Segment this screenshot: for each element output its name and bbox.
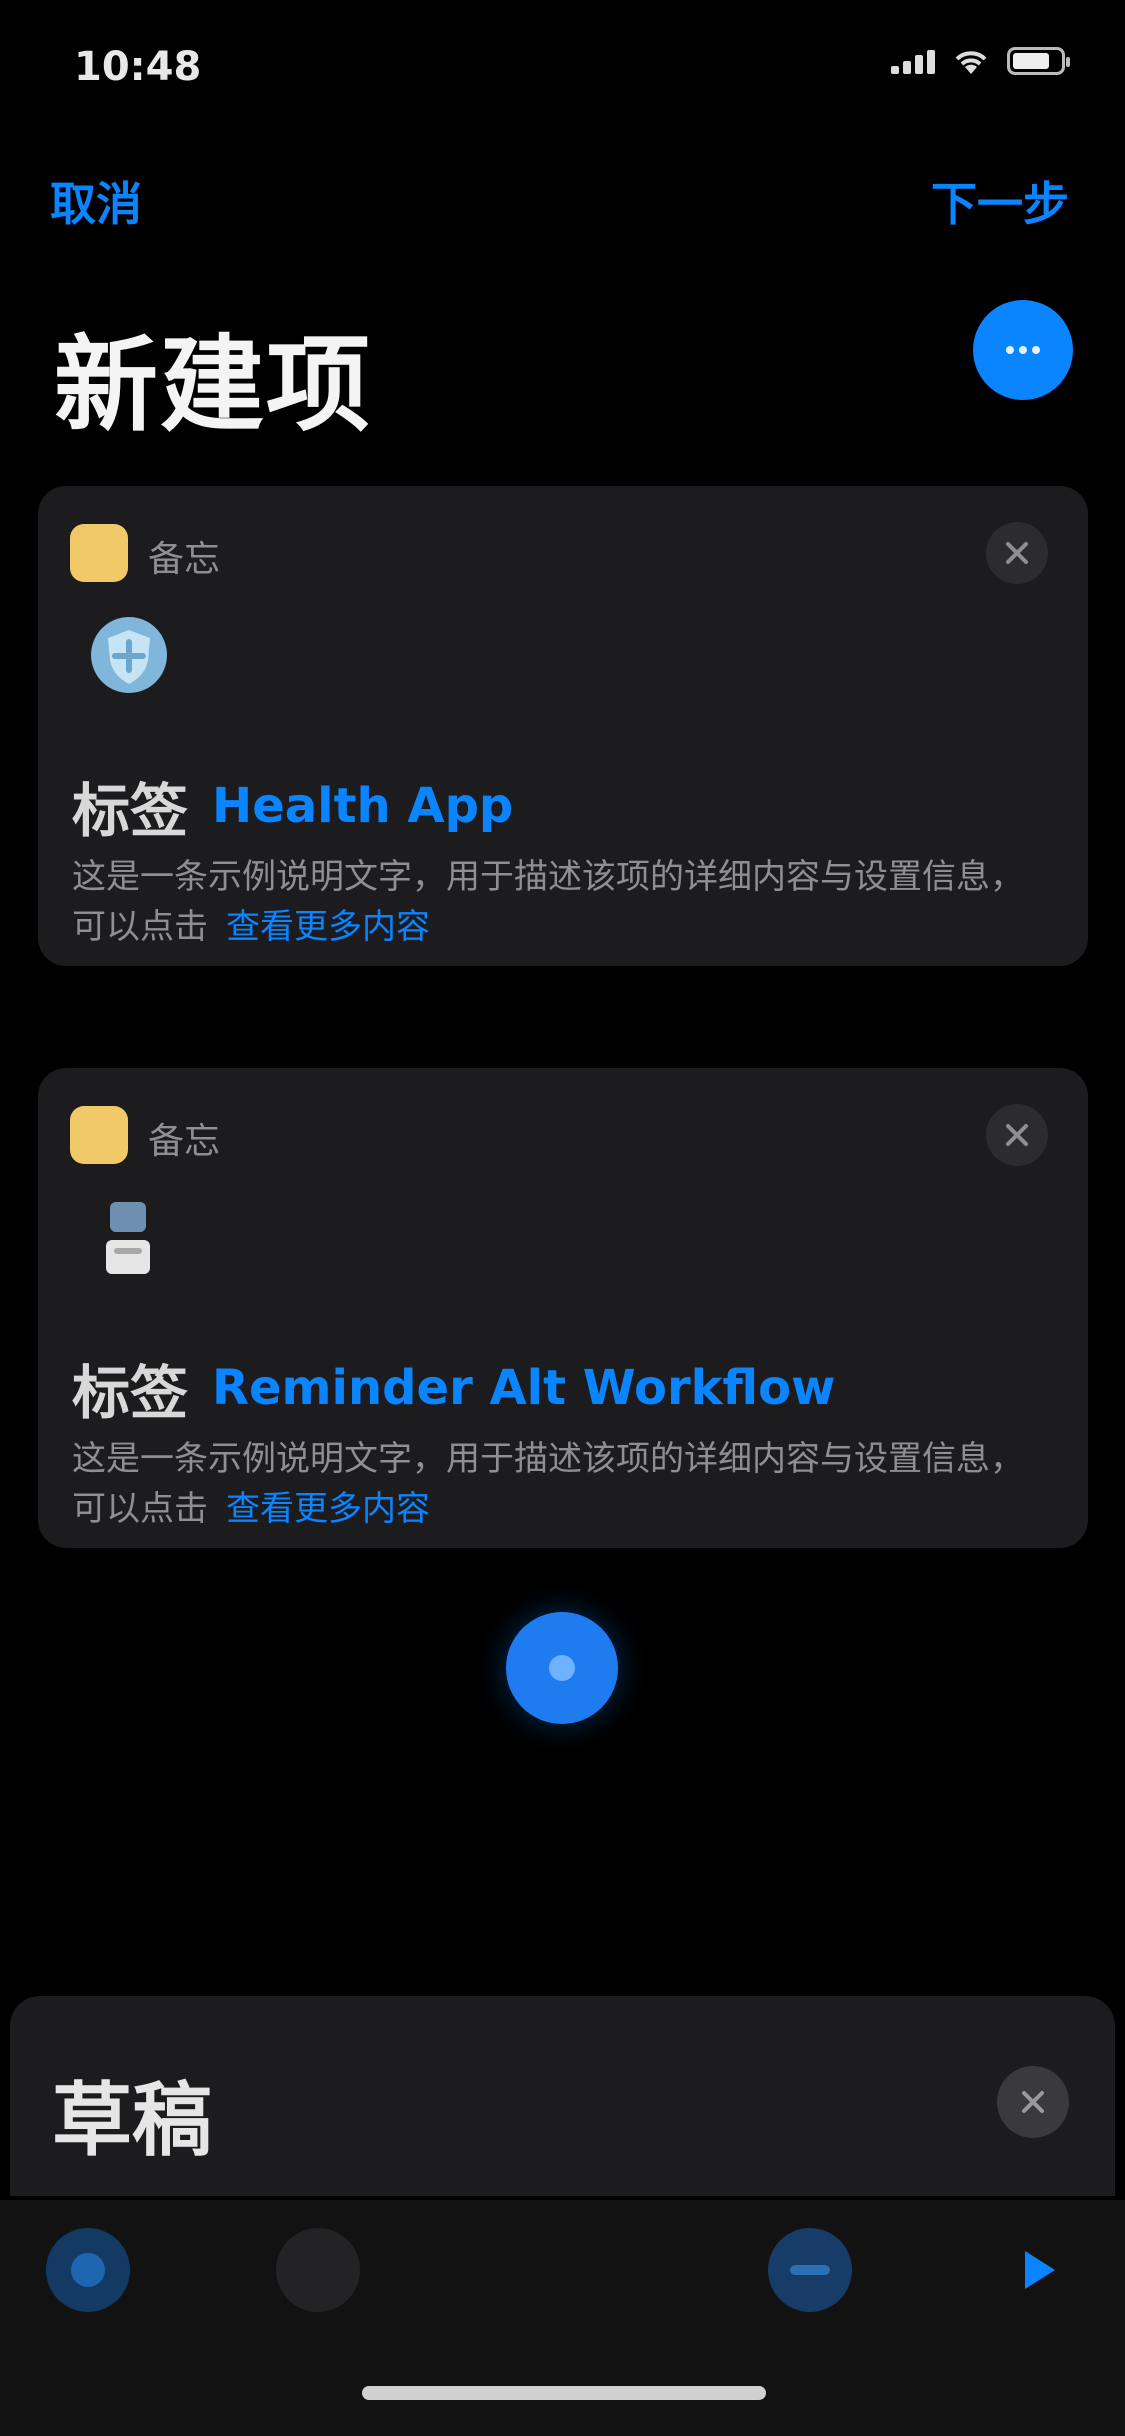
close-icon	[1022, 2091, 1044, 2113]
bottom-sheet-title: 草稿	[52, 2074, 212, 2167]
next-button[interactable]: 下一步	[931, 168, 1069, 234]
notes-app-icon	[70, 524, 128, 582]
compose-button[interactable]	[973, 300, 1073, 400]
home-icon	[71, 2253, 105, 2287]
card-more-link[interactable]: 查看更多内容	[226, 907, 430, 947]
tab-bar	[0, 2200, 1125, 2436]
tab-list[interactable]	[768, 2228, 852, 2312]
tab-home[interactable]	[46, 2228, 130, 2312]
bottom-sheet-close-button[interactable]	[997, 2066, 1069, 2138]
list-icon	[790, 2265, 830, 2275]
card-title-link[interactable]: Health App	[212, 778, 513, 834]
cancel-button[interactable]: 取消	[50, 168, 142, 234]
item-card[interactable]: 备忘 标签 Reminder Alt Workflow 这是一条示例说明文字，用…	[38, 1068, 1088, 1548]
card-label: 标签	[72, 777, 189, 845]
item-card[interactable]: 备忘 标签 Health App 这是一条示例说明文字，用于描述该项的详细内容与…	[38, 486, 1088, 966]
tab-send[interactable]	[996, 2228, 1080, 2312]
card-app-name: 备忘	[148, 1121, 221, 1162]
card-close-button[interactable]	[986, 1104, 1048, 1166]
card-description-text: 这是一条示例说明文字，用于描述该项的详细内容与设置信息，可以点击	[72, 857, 1024, 947]
close-icon	[1006, 542, 1028, 564]
status-time: 10:48	[74, 44, 202, 90]
card-more-link[interactable]: 查看更多内容	[226, 1489, 430, 1529]
status-icons	[891, 46, 1070, 76]
home-indicator[interactable]	[362, 2386, 766, 2400]
card-description: 这是一条示例说明文字，用于描述该项的详细内容与设置信息，可以点击 查看更多内容	[72, 1434, 1048, 1534]
card-label: 标签	[72, 1359, 189, 1427]
cellular-signal-icon	[891, 48, 935, 74]
card-title-link[interactable]: Reminder Alt Workflow	[212, 1360, 835, 1416]
tab-search[interactable]	[276, 2228, 360, 2312]
notes-app-icon	[70, 1106, 128, 1164]
wifi-icon	[951, 46, 991, 76]
close-icon	[1006, 1124, 1028, 1146]
health-shield-icon	[88, 614, 170, 696]
document-stack-icon	[88, 1196, 170, 1278]
more-icon	[1006, 346, 1040, 354]
play-icon	[1025, 2251, 1055, 2289]
dot-icon	[549, 1655, 575, 1681]
card-description: 这是一条示例说明文字，用于描述该项的详细内容与设置信息，可以点击 查看更多内容	[72, 852, 1048, 952]
battery-icon	[1007, 47, 1070, 75]
bottom-sheet[interactable]: 草稿	[10, 1996, 1115, 2196]
card-description-text: 这是一条示例说明文字，用于描述该项的详细内容与设置信息，可以点击	[72, 1439, 1024, 1529]
card-close-button[interactable]	[986, 522, 1048, 584]
page-title: 新建项	[54, 324, 373, 446]
add-button[interactable]	[506, 1612, 618, 1724]
card-app-name: 备忘	[148, 539, 221, 580]
